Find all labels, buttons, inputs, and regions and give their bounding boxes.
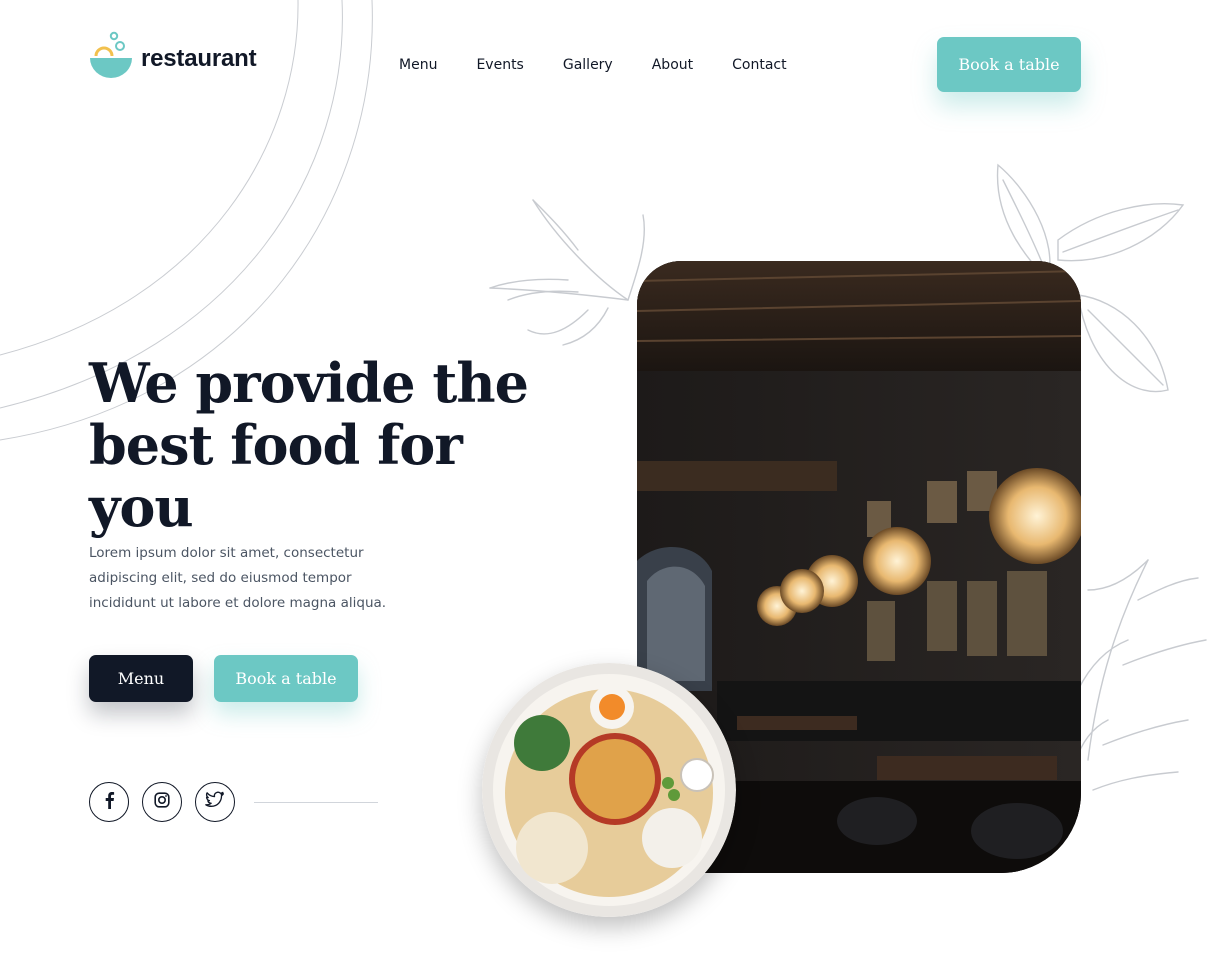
site-header: restaurant Menu Events Gallery About Con… (0, 0, 1209, 130)
social-links (89, 782, 378, 822)
brand-name: restaurant (141, 45, 257, 72)
logo[interactable]: restaurant (89, 30, 257, 80)
hero-title: We provide the best food for you (89, 352, 569, 538)
menu-button[interactable]: Menu (89, 655, 193, 702)
instagram-icon (154, 791, 170, 813)
twitter-icon (205, 791, 225, 814)
twitter-link[interactable] (195, 782, 235, 822)
book-table-header-button[interactable]: Book a table (937, 37, 1081, 92)
nav-item-about[interactable]: About (652, 57, 693, 73)
nav-item-menu[interactable]: Menu (399, 57, 437, 73)
hero-description: Lorem ipsum dolor sit amet, consectetur … (89, 545, 387, 611)
hero-title-line-1: We provide the (89, 351, 529, 415)
main-nav: Menu Events Gallery About Contact (399, 57, 826, 73)
social-divider (254, 801, 378, 803)
nav-item-gallery[interactable]: Gallery (563, 57, 613, 73)
facebook-link[interactable] (89, 782, 129, 822)
facebook-icon (101, 791, 117, 814)
bowl-bubbles-icon (89, 30, 133, 80)
nav-item-events[interactable]: Events (476, 57, 523, 73)
instagram-link[interactable] (142, 782, 182, 822)
nav-item-contact[interactable]: Contact (732, 57, 786, 73)
hero-title-line-2: best food for you (89, 413, 463, 539)
book-table-button[interactable]: Book a table (214, 655, 358, 702)
noodle-dish-photo (482, 663, 736, 917)
